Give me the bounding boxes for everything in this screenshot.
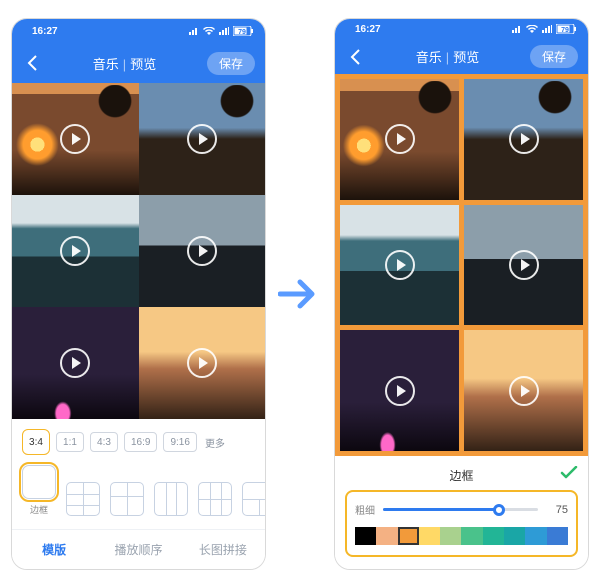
save-button[interactable]: 保存 [530, 45, 578, 68]
video-thumb[interactable] [139, 307, 266, 419]
color-swatch[interactable] [525, 527, 546, 545]
tab-template[interactable]: 模版 [12, 530, 96, 569]
svg-text:79: 79 [238, 29, 246, 36]
color-swatch[interactable] [504, 527, 525, 545]
template-panel: 3:4 1:1 4:3 16:9 9:16 更多 边框 模版 播放顺序 长图拼接 [12, 419, 265, 569]
ratio-option[interactable]: 16:9 [124, 432, 157, 452]
status-time: 16:27 [355, 24, 381, 35]
header-tab-preview[interactable]: 预览 [130, 57, 156, 72]
play-icon [509, 250, 539, 280]
ratio-more[interactable]: 更多 [203, 432, 227, 452]
arrow-right-icon [278, 277, 322, 311]
layout-option[interactable] [110, 482, 144, 516]
play-icon [187, 124, 217, 154]
play-icon [509, 124, 539, 154]
video-thumb[interactable] [340, 205, 459, 326]
bottom-tabs: 模版 播放顺序 长图拼接 [12, 529, 265, 569]
chevron-left-icon [27, 55, 37, 71]
tab-play-order[interactable]: 播放顺序 [96, 530, 180, 569]
status-bar: 16:27 79 [335, 19, 588, 40]
layout-option[interactable] [242, 482, 266, 516]
layout-option[interactable] [66, 482, 100, 516]
video-thumb[interactable] [464, 205, 583, 326]
layout-option[interactable] [154, 482, 188, 516]
layout-preview-icon [154, 482, 188, 516]
panel-title: 边框 [449, 467, 473, 484]
video-thumb[interactable] [139, 195, 266, 307]
video-thumb[interactable] [12, 83, 139, 195]
border-settings-card: 粗细 75 [345, 490, 578, 557]
slider-fill [383, 508, 499, 511]
svg-text:79: 79 [561, 27, 569, 34]
video-grid-with-border [335, 74, 588, 456]
header-tab-music[interactable]: 音乐 [416, 50, 442, 65]
color-swatches [355, 527, 568, 545]
play-icon [385, 124, 415, 154]
video-thumb[interactable] [139, 83, 266, 195]
thickness-label: 粗细 [355, 502, 375, 517]
status-indicators: 79 [189, 26, 253, 36]
color-swatch[interactable] [355, 527, 376, 545]
border-panel: 边框 粗细 75 [335, 456, 588, 569]
chevron-left-icon [350, 49, 360, 65]
thickness-value: 75 [546, 504, 568, 516]
video-thumb[interactable] [12, 307, 139, 419]
status-time: 16:27 [32, 26, 58, 37]
color-swatch[interactable] [483, 527, 504, 545]
back-button[interactable] [345, 49, 365, 65]
play-icon [385, 250, 415, 280]
status-indicators: 79 [512, 24, 576, 34]
color-swatch[interactable] [440, 527, 461, 545]
layout-option-border[interactable]: 边框 [22, 465, 56, 516]
layout-preview-icon [22, 465, 56, 499]
play-icon [509, 376, 539, 406]
video-thumb[interactable] [464, 330, 583, 451]
video-grid [12, 83, 265, 419]
ratio-option-selected[interactable]: 3:4 [22, 429, 50, 455]
save-button[interactable]: 保存 [207, 52, 255, 75]
header-tabs[interactable]: 音乐|预览 [93, 54, 156, 73]
video-thumb[interactable] [464, 79, 583, 200]
back-button[interactable] [22, 55, 42, 71]
play-icon [187, 348, 217, 378]
phone-screen-before: 16:27 79 音乐|预览 保存 3:4 1:1 4:3 [11, 18, 266, 570]
layout-label: 边框 [22, 503, 56, 516]
header-tabs[interactable]: 音乐|预览 [416, 47, 479, 66]
play-icon [187, 236, 217, 266]
video-thumb[interactable] [340, 330, 459, 451]
layout-preview-icon [110, 482, 144, 516]
header-tab-music[interactable]: 音乐 [93, 57, 119, 72]
header-tab-preview[interactable]: 预览 [453, 50, 479, 65]
layout-option[interactable] [198, 482, 232, 516]
color-swatch[interactable] [461, 527, 482, 545]
color-swatch[interactable] [398, 527, 419, 545]
thickness-slider[interactable] [383, 508, 538, 511]
confirm-button[interactable] [560, 466, 578, 485]
color-swatch[interactable] [419, 527, 440, 545]
check-icon [560, 466, 578, 480]
play-icon [60, 236, 90, 266]
ratio-option[interactable]: 4:3 [90, 432, 118, 452]
thickness-slider-row: 粗细 75 [355, 502, 568, 517]
app-header: 音乐|预览 保存 [335, 40, 588, 74]
slider-thumb[interactable] [493, 504, 505, 516]
play-icon [60, 348, 90, 378]
tab-long-stitch[interactable]: 长图拼接 [181, 530, 265, 569]
color-swatch[interactable] [376, 527, 397, 545]
ratio-option[interactable]: 1:1 [56, 432, 84, 452]
app-header: 音乐|预览 保存 [12, 43, 265, 83]
layout-row: 边框 [22, 465, 255, 516]
video-thumb[interactable] [12, 195, 139, 307]
layout-preview-icon [198, 482, 232, 516]
aspect-ratio-row: 3:4 1:1 4:3 16:9 9:16 更多 [22, 429, 255, 455]
layout-preview-icon [242, 482, 266, 516]
layout-preview-icon [66, 482, 100, 516]
phone-screen-after: 16:27 79 音乐|预览 保存 边框 [334, 18, 589, 570]
play-icon [385, 376, 415, 406]
color-swatch[interactable] [547, 527, 568, 545]
status-bar: 16:27 79 [12, 19, 265, 43]
play-icon [60, 124, 90, 154]
ratio-option[interactable]: 9:16 [163, 432, 196, 452]
video-thumb[interactable] [340, 79, 459, 200]
